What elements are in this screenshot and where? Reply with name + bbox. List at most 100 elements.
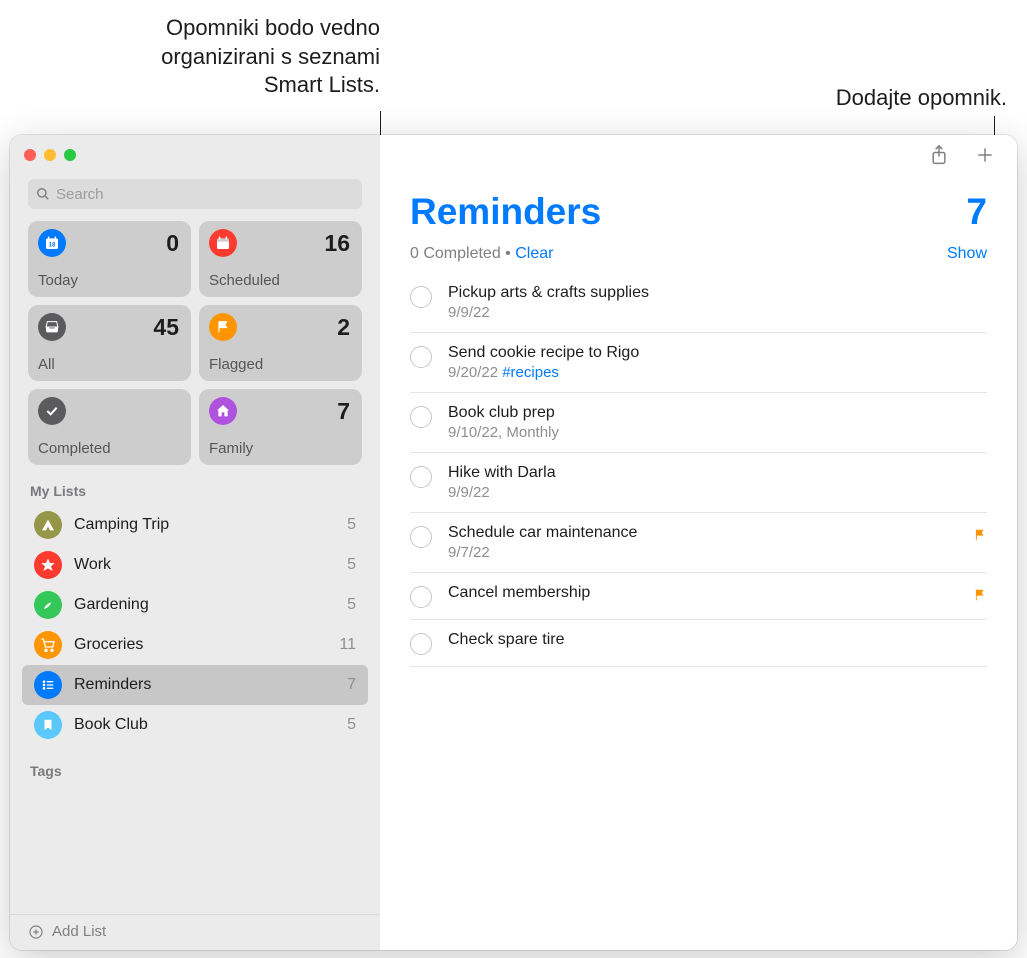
- list-work[interactable]: Work 5: [22, 545, 368, 585]
- reminder-tag[interactable]: #recipes: [502, 364, 559, 381]
- smart-scheduled-label: Scheduled: [209, 272, 350, 289]
- tent-icon: [34, 511, 62, 539]
- list-reminders[interactable]: Reminders 7: [22, 665, 368, 705]
- bookmark-icon: [34, 711, 62, 739]
- tags-area: [10, 785, 380, 805]
- plus-circle-icon: [28, 924, 44, 940]
- annotation-smart-lists: Opomniki bodo vedno organizirani s sezna…: [100, 14, 380, 100]
- reminder-checkbox[interactable]: [410, 526, 432, 548]
- reminder-meta: 9/10/22, Monthly: [448, 424, 987, 441]
- reminder-title: Check spare tire: [448, 631, 987, 649]
- list-label: Book Club: [74, 716, 347, 734]
- list-label: Work: [74, 556, 347, 574]
- reminder-checkbox[interactable]: [410, 286, 432, 308]
- reminder-item[interactable]: Check spare tire: [410, 620, 987, 667]
- share-button[interactable]: [927, 143, 951, 167]
- flag-icon: [973, 528, 987, 542]
- smart-family[interactable]: 7 Family: [199, 389, 362, 465]
- smart-completed[interactable]: Completed: [28, 389, 191, 465]
- flag-icon: [209, 313, 237, 341]
- list-count: 5: [347, 596, 356, 614]
- reminder-checkbox[interactable]: [410, 586, 432, 608]
- annotation-add-reminder: Dodajte opomnik.: [836, 85, 1007, 111]
- list-groceries[interactable]: Groceries 11: [22, 625, 368, 665]
- list-count: 5: [347, 716, 356, 734]
- reminder-body: Pickup arts & crafts supplies9/9/22: [448, 284, 987, 321]
- page-count: 7: [966, 191, 987, 233]
- reminder-meta: 9/7/22: [448, 544, 973, 561]
- leaf-icon: [34, 591, 62, 619]
- main-content: Reminders 7 0 Completed • Clear Show Pic…: [380, 135, 1017, 950]
- main-header: Reminders 7: [380, 175, 1017, 241]
- list-camping-trip[interactable]: Camping Trip 5: [22, 505, 368, 545]
- calendar-today-icon: 18: [38, 229, 66, 257]
- smart-today-count: 0: [166, 230, 179, 257]
- list-gardening[interactable]: Gardening 5: [22, 585, 368, 625]
- reminder-meta: 9/20/22 #recipes: [448, 364, 987, 381]
- reminder-title: Pickup arts & crafts supplies: [448, 284, 987, 302]
- my-lists: Camping Trip 5 Work 5 Gardening 5 Grocer…: [10, 505, 380, 745]
- smart-today[interactable]: 18 0 Today: [28, 221, 191, 297]
- house-icon: [209, 397, 237, 425]
- reminder-checkbox[interactable]: [410, 406, 432, 428]
- star-icon: [34, 551, 62, 579]
- list-bullet-icon: [34, 671, 62, 699]
- reminder-item[interactable]: Book club prep 9/10/22, Monthly: [410, 393, 987, 453]
- reminder-item[interactable]: Schedule car maintenance 9/7/22: [410, 513, 987, 573]
- add-list-button[interactable]: Add List: [10, 914, 380, 950]
- reminder-meta: 9/9/22: [448, 484, 987, 501]
- completed-status: 0 Completed • Clear: [410, 245, 553, 263]
- add-list-label: Add List: [52, 923, 106, 940]
- show-button[interactable]: Show: [947, 245, 987, 263]
- toolbar: [380, 135, 1017, 175]
- reminder-title: Hike with Darla: [448, 464, 987, 482]
- smart-all[interactable]: 45 All: [28, 305, 191, 381]
- list-count: 5: [347, 516, 356, 534]
- search-box[interactable]: [28, 179, 362, 209]
- list-count: 5: [347, 556, 356, 574]
- smart-flagged[interactable]: 2 Flagged: [199, 305, 362, 381]
- reminder-item[interactable]: Hike with Darla 9/9/22: [410, 453, 987, 513]
- list-label: Reminders: [74, 676, 347, 694]
- reminder-checkbox[interactable]: [410, 346, 432, 368]
- reminder-item[interactable]: Pickup arts & crafts supplies9/9/22: [410, 273, 987, 333]
- page-title: Reminders: [410, 191, 601, 233]
- maximize-button[interactable]: [64, 149, 76, 161]
- reminder-checkbox[interactable]: [410, 466, 432, 488]
- reminder-checkbox[interactable]: [410, 633, 432, 655]
- reminder-body: Hike with Darla 9/9/22: [448, 464, 987, 501]
- add-reminder-button[interactable]: [973, 143, 997, 167]
- clear-button[interactable]: Clear: [515, 245, 553, 262]
- list-count: 11: [339, 636, 356, 654]
- search-input[interactable]: [56, 186, 354, 203]
- reminder-body: Cancel membership: [448, 584, 973, 604]
- checkmark-circle-icon: [38, 397, 66, 425]
- calendar-icon: [209, 229, 237, 257]
- tags-header: Tags: [10, 745, 380, 785]
- reminder-item[interactable]: Cancel membership: [410, 573, 987, 620]
- completed-count: 0 Completed: [410, 245, 501, 262]
- smart-family-count: 7: [337, 398, 350, 425]
- smart-scheduled[interactable]: 16 Scheduled: [199, 221, 362, 297]
- smart-scheduled-count: 16: [324, 230, 350, 257]
- reminder-body: Schedule car maintenance 9/7/22: [448, 524, 973, 561]
- reminder-title: Book club prep: [448, 404, 987, 422]
- cart-icon: [34, 631, 62, 659]
- reminder-title: Send cookie recipe to Rigo: [448, 344, 987, 362]
- list-label: Gardening: [74, 596, 347, 614]
- sub-header: 0 Completed • Clear Show: [380, 241, 1017, 273]
- reminders-window: 18 0 Today 16 Scheduled: [10, 135, 1017, 950]
- smart-lists-grid: 18 0 Today 16 Scheduled: [10, 221, 380, 465]
- tray-icon: [38, 313, 66, 341]
- reminder-title: Schedule car maintenance: [448, 524, 973, 542]
- smart-flagged-count: 2: [337, 314, 350, 341]
- close-button[interactable]: [24, 149, 36, 161]
- flag-icon: [973, 588, 987, 602]
- search-icon: [36, 187, 50, 201]
- reminders-list: Pickup arts & crafts supplies9/9/22Send …: [380, 273, 1017, 667]
- list-book-club[interactable]: Book Club 5: [22, 705, 368, 745]
- reminder-item[interactable]: Send cookie recipe to Rigo 9/20/22 #recip…: [410, 333, 987, 393]
- minimize-button[interactable]: [44, 149, 56, 161]
- smart-family-label: Family: [209, 440, 350, 457]
- reminder-body: Check spare tire: [448, 631, 987, 651]
